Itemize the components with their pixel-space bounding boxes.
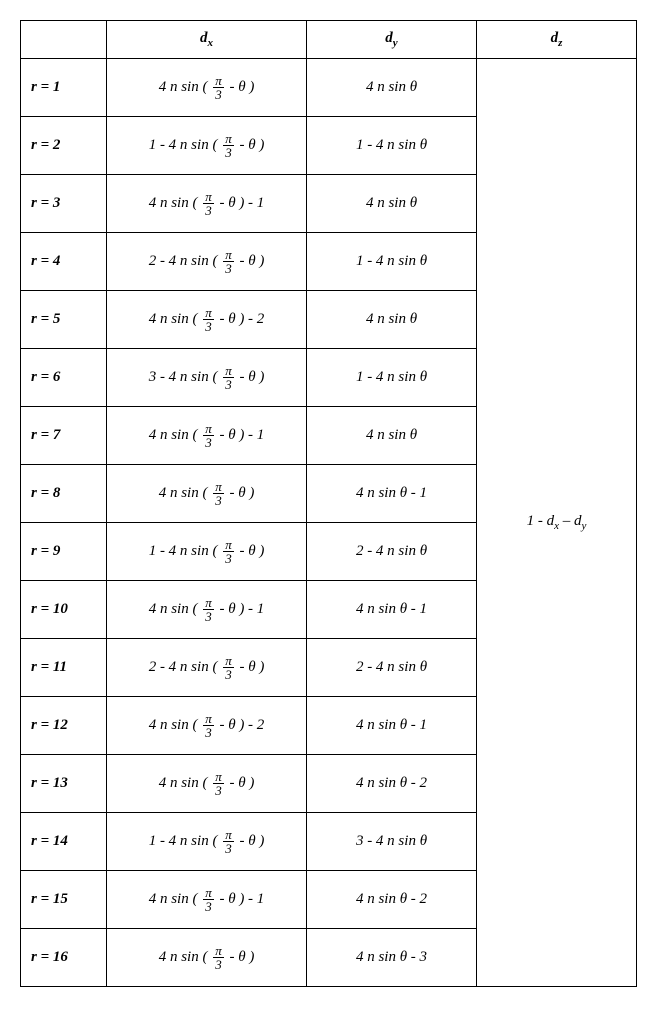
row-label: r = 1	[21, 59, 107, 117]
header-blank	[21, 21, 107, 59]
dy-cell: 2 - 4 n sin θ	[307, 523, 477, 581]
pi-over-3: π3	[203, 306, 214, 333]
pi-over-3: π3	[223, 132, 234, 159]
dy-cell: 4 n sin θ	[307, 59, 477, 117]
dy-cell: 4 n sin θ	[307, 407, 477, 465]
row-label: r = 7	[21, 407, 107, 465]
dx-cell: 4 n sin ( π3 - θ ) - 1	[107, 581, 307, 639]
dy-cell: 4 n sin θ - 2	[307, 755, 477, 813]
dx-cell: 1 - 4 n sin ( π3 - θ )	[107, 523, 307, 581]
dx-cell: 4 n sin ( π3 - θ ) - 2	[107, 697, 307, 755]
pi-over-3: π3	[223, 364, 234, 391]
row-label: r = 13	[21, 755, 107, 813]
dy-cell: 4 n sin θ - 1	[307, 465, 477, 523]
dx-cell: 4 n sin ( π3 - θ )	[107, 929, 307, 987]
pi-over-3: π3	[223, 248, 234, 275]
dx-cell: 4 n sin ( π3 - θ ) - 1	[107, 175, 307, 233]
dy-cell: 4 n sin θ - 3	[307, 929, 477, 987]
dx-cell: 4 n sin ( π3 - θ ) - 2	[107, 291, 307, 349]
dx-cell: 2 - 4 n sin ( π3 - θ )	[107, 639, 307, 697]
row-label: r = 16	[21, 929, 107, 987]
row-label: r = 3	[21, 175, 107, 233]
dy-cell: 4 n sin θ	[307, 175, 477, 233]
pi-over-3: π3	[223, 538, 234, 565]
row-label: r = 5	[21, 291, 107, 349]
pi-over-3: π3	[203, 596, 214, 623]
row-label: r = 4	[21, 233, 107, 291]
dy-cell: 4 n sin θ - 1	[307, 697, 477, 755]
row-label: r = 2	[21, 117, 107, 175]
header-dz: dz	[477, 21, 637, 59]
row-label: r = 14	[21, 813, 107, 871]
pi-over-3: π3	[203, 190, 214, 217]
pi-over-3: π3	[223, 828, 234, 855]
dy-cell: 2 - 4 n sin θ	[307, 639, 477, 697]
pi-over-3: π3	[203, 712, 214, 739]
dy-cell: 1 - 4 n sin θ	[307, 117, 477, 175]
row-label: r = 10	[21, 581, 107, 639]
dx-cell: 1 - 4 n sin ( π3 - θ )	[107, 117, 307, 175]
dy-cell: 4 n sin θ - 2	[307, 871, 477, 929]
row-label: r = 9	[21, 523, 107, 581]
pi-over-3: π3	[223, 654, 234, 681]
header-row: dx dy dz	[21, 21, 637, 59]
pi-over-3: π3	[213, 944, 224, 971]
dx-cell: 4 n sin ( π3 - θ ) - 1	[107, 407, 307, 465]
dx-cell: 4 n sin ( π3 - θ )	[107, 465, 307, 523]
pi-over-3: π3	[213, 770, 224, 797]
pi-over-3: π3	[203, 886, 214, 913]
formula-table: dx dy dz r = 14 n sin ( π3 - θ )4 n sin …	[20, 20, 637, 987]
pi-over-3: π3	[213, 74, 224, 101]
dx-cell: 3 - 4 n sin ( π3 - θ )	[107, 349, 307, 407]
dx-cell: 4 n sin ( π3 - θ ) - 1	[107, 871, 307, 929]
dy-cell: 1 - 4 n sin θ	[307, 233, 477, 291]
dx-cell: 4 n sin ( π3 - θ )	[107, 59, 307, 117]
dy-cell: 4 n sin θ - 1	[307, 581, 477, 639]
dx-cell: 1 - 4 n sin ( π3 - θ )	[107, 813, 307, 871]
dx-cell: 4 n sin ( π3 - θ )	[107, 755, 307, 813]
row-label: r = 8	[21, 465, 107, 523]
row-label: r = 12	[21, 697, 107, 755]
dy-cell: 1 - 4 n sin θ	[307, 349, 477, 407]
dx-cell: 2 - 4 n sin ( π3 - θ )	[107, 233, 307, 291]
table-row: r = 14 n sin ( π3 - θ )4 n sin θ1 - dx –…	[21, 59, 637, 117]
row-label: r = 15	[21, 871, 107, 929]
dz-cell: 1 - dx – dy	[477, 59, 637, 987]
pi-over-3: π3	[213, 480, 224, 507]
header-dx: dx	[107, 21, 307, 59]
header-dy: dy	[307, 21, 477, 59]
pi-over-3: π3	[203, 422, 214, 449]
dy-cell: 3 - 4 n sin θ	[307, 813, 477, 871]
row-label: r = 6	[21, 349, 107, 407]
dy-cell: 4 n sin θ	[307, 291, 477, 349]
row-label: r = 11	[21, 639, 107, 697]
